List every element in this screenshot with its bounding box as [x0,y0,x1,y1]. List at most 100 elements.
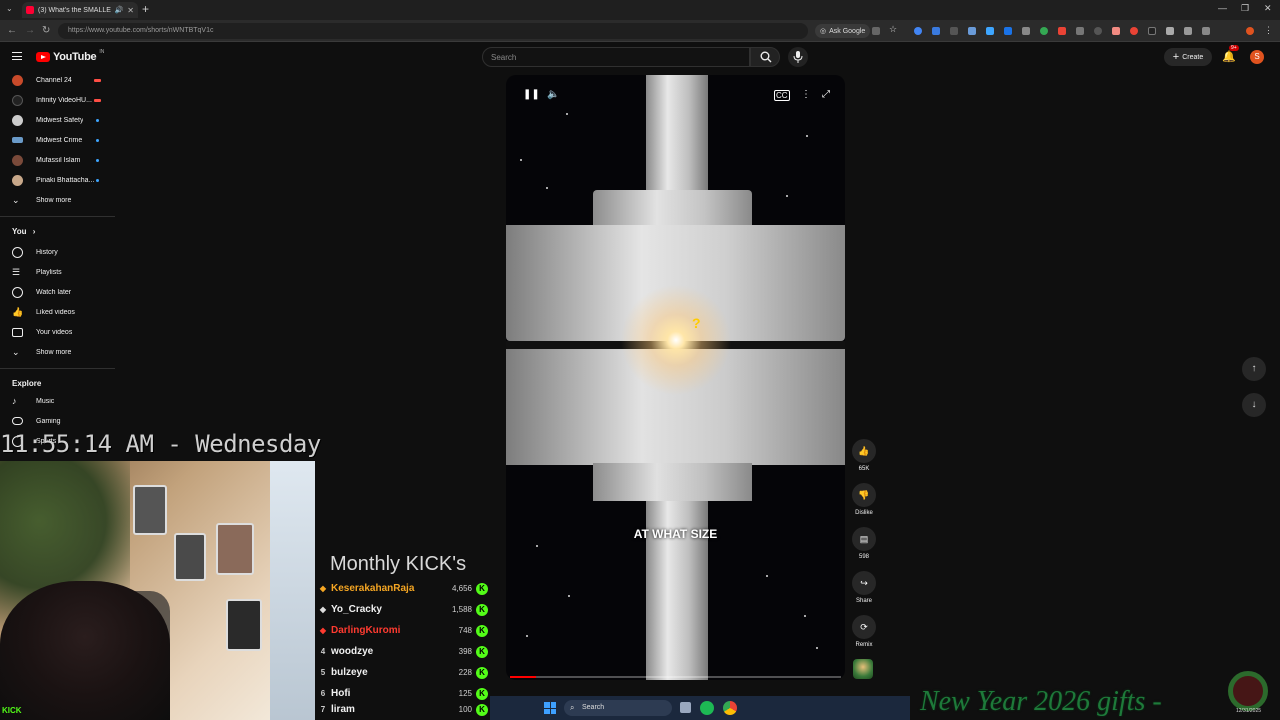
windows-start-icon[interactable] [544,702,556,714]
extension-icon[interactable] [1058,27,1066,35]
youtube-logo[interactable]: YouTube IN [36,49,104,63]
search-input[interactable]: Search [482,47,750,67]
tab-close-icon[interactable]: ✕ [127,6,134,15]
chrome-icon[interactable] [723,701,737,715]
kick-k-icon: K [476,704,488,716]
address-bar[interactable]: https://www.youtube.com/shorts/nWNTBTqV1… [58,23,808,39]
volume-icon[interactable]: 🔈 [547,89,559,100]
maximize-button[interactable]: ❐ [1241,3,1249,14]
extension-icon[interactable] [1148,27,1156,35]
sidebar-subscription-infinity[interactable]: Infinity VideoHU... [0,91,115,109]
sidebar-item-history[interactable]: History [0,243,115,261]
chevron-right-icon: › [32,227,36,236]
leaderboard-row: ◆ KeserakahanRaja 4,656 K [316,581,492,599]
sidebar-show-more-subscriptions[interactable]: ⌄ Show more [0,191,115,209]
profile-avatar-icon[interactable] [1246,27,1254,35]
dislike-button[interactable]: 👎 Dislike [848,483,880,516]
more-options-icon[interactable]: ⋮ [801,89,811,100]
sound-thumbnail[interactable] [853,659,873,679]
extension-icon[interactable] [950,27,958,35]
silver-diamond-icon: ◆ [319,605,327,614]
browser-menu-icon[interactable]: ⋮ [1264,25,1273,36]
sidebar-subscription-mufassil[interactable]: Mufassil Islam [0,151,115,169]
account-avatar[interactable]: S [1250,50,1264,64]
browser-tab[interactable]: (3) What's the SMALLEST B 🔊 ✕ [22,2,138,18]
extension-icon[interactable] [1184,27,1192,35]
extension-icon[interactable] [1130,27,1138,35]
leaderboard-rank: 7 [320,705,326,714]
leaderboard-name: woodzye [331,646,374,657]
dislike-label: Dislike [855,510,873,516]
extension-icon[interactable] [1022,27,1030,35]
share-button[interactable]: ↪ Share [848,571,880,604]
tab-audio-icon[interactable]: 🔊 [115,6,124,14]
reload-icon[interactable]: ↻ [42,25,50,36]
comments-count: 598 [858,554,869,560]
sidebar-show-more-you[interactable]: ⌄ Show more [0,343,115,361]
ask-google-button[interactable]: ◎ Ask Google [815,24,871,38]
sidebar-item-watch-later[interactable]: Watch later [0,283,115,301]
leaderboard-count: 4,656 [451,584,472,593]
voice-search-button[interactable] [788,47,808,67]
bookmark-star-icon[interactable]: ☆ [889,24,897,35]
extension-icon[interactable] [914,27,922,35]
room-window [270,461,315,720]
sidebar-you-header[interactable]: You › [12,227,35,236]
close-window-button[interactable]: ✕ [1264,3,1272,14]
fullscreen-icon[interactable]: ⤢ [822,89,830,100]
task-view-icon[interactable] [680,702,691,713]
video-progress-bar[interactable] [510,676,841,678]
notifications-bell-icon[interactable]: 🔔 [1222,50,1236,63]
sidebar-item-music[interactable]: ♪ Music [0,392,115,410]
extensions-puzzle-icon[interactable] [1202,27,1210,35]
leaderboard-name: Hofi [331,688,351,699]
extension-icon[interactable] [968,27,976,35]
extension-icon[interactable] [1004,27,1012,35]
comments-button[interactable]: ▤ 598 [848,527,880,560]
like-button[interactable]: 👍 65K [848,439,880,472]
sidebar-item-gaming[interactable]: Gaming [0,412,115,430]
sidebar-item-label: Liked videos [36,308,75,316]
forward-arrow-icon[interactable]: → [25,25,35,36]
extension-icon[interactable] [1040,27,1048,35]
url-text: https://www.youtube.com/shorts/nWNTBTqV1… [68,27,214,34]
leaderboard-row: 4 woodzye 398 K [316,644,492,662]
sidebar-subscription-channel-24[interactable]: Channel 24 [0,71,115,89]
youtube-header: YouTube IN Search + Create 🔔 9+ S [0,42,1280,72]
star [766,575,768,577]
hamburger-menu-icon[interactable] [12,52,22,60]
remix-button[interactable]: ⟳ Remix [848,615,880,648]
extension-icon[interactable] [1076,27,1084,35]
extension-icon[interactable] [932,27,940,35]
install-icon[interactable] [872,27,880,35]
sidebar-item-liked-videos[interactable]: 👍 Liked videos [0,303,115,321]
sidebar-item-label: Gaming [36,417,61,425]
tab-list-icon[interactable]: ⌄ [6,4,13,13]
extension-icon[interactable] [1166,27,1174,35]
extension-icon[interactable] [1112,27,1120,35]
liked-videos-icon: 👍 [12,306,24,317]
sidebar-subscription-pinaki[interactable]: Pinaki Bhattacha... [0,171,115,189]
search-button[interactable] [750,47,780,67]
shorts-video-player[interactable]: ? AT WHAT SIZE ❚❚ 🔈 CC ⋮ ⤢ [506,75,845,680]
extension-icon[interactable] [1094,27,1102,35]
taskbar-search[interactable]: ⌕ Search [564,700,672,716]
sidebar-subscription-midwest-safety[interactable]: Midwest Safety [0,111,115,129]
previous-short-arrow-icon[interactable]: ↑ [1242,357,1266,381]
captions-icon[interactable]: CC [774,90,790,101]
pause-icon[interactable]: ❚❚ [523,89,540,100]
back-arrow-icon[interactable]: ← [7,25,17,36]
show-more-label: Show more [36,348,72,356]
create-button[interactable]: + Create [1164,48,1212,66]
minimize-button[interactable]: — [1218,3,1227,13]
new-tab-button[interactable]: + [142,2,149,16]
sidebar-subscription-midwest-crime[interactable]: Midwest Crime [0,131,115,149]
spotify-icon[interactable] [700,701,714,715]
youtube-play-icon [36,52,50,62]
microphone-icon [793,51,803,63]
leaderboard-row: ◆ DarlingKuromi 748 K [316,623,492,641]
sidebar-item-your-videos[interactable]: Your videos [0,323,115,341]
sidebar-item-playlists[interactable]: ☰ Playlists [0,263,115,281]
next-short-arrow-icon[interactable]: ↓ [1242,393,1266,417]
extension-icon[interactable] [986,27,994,35]
